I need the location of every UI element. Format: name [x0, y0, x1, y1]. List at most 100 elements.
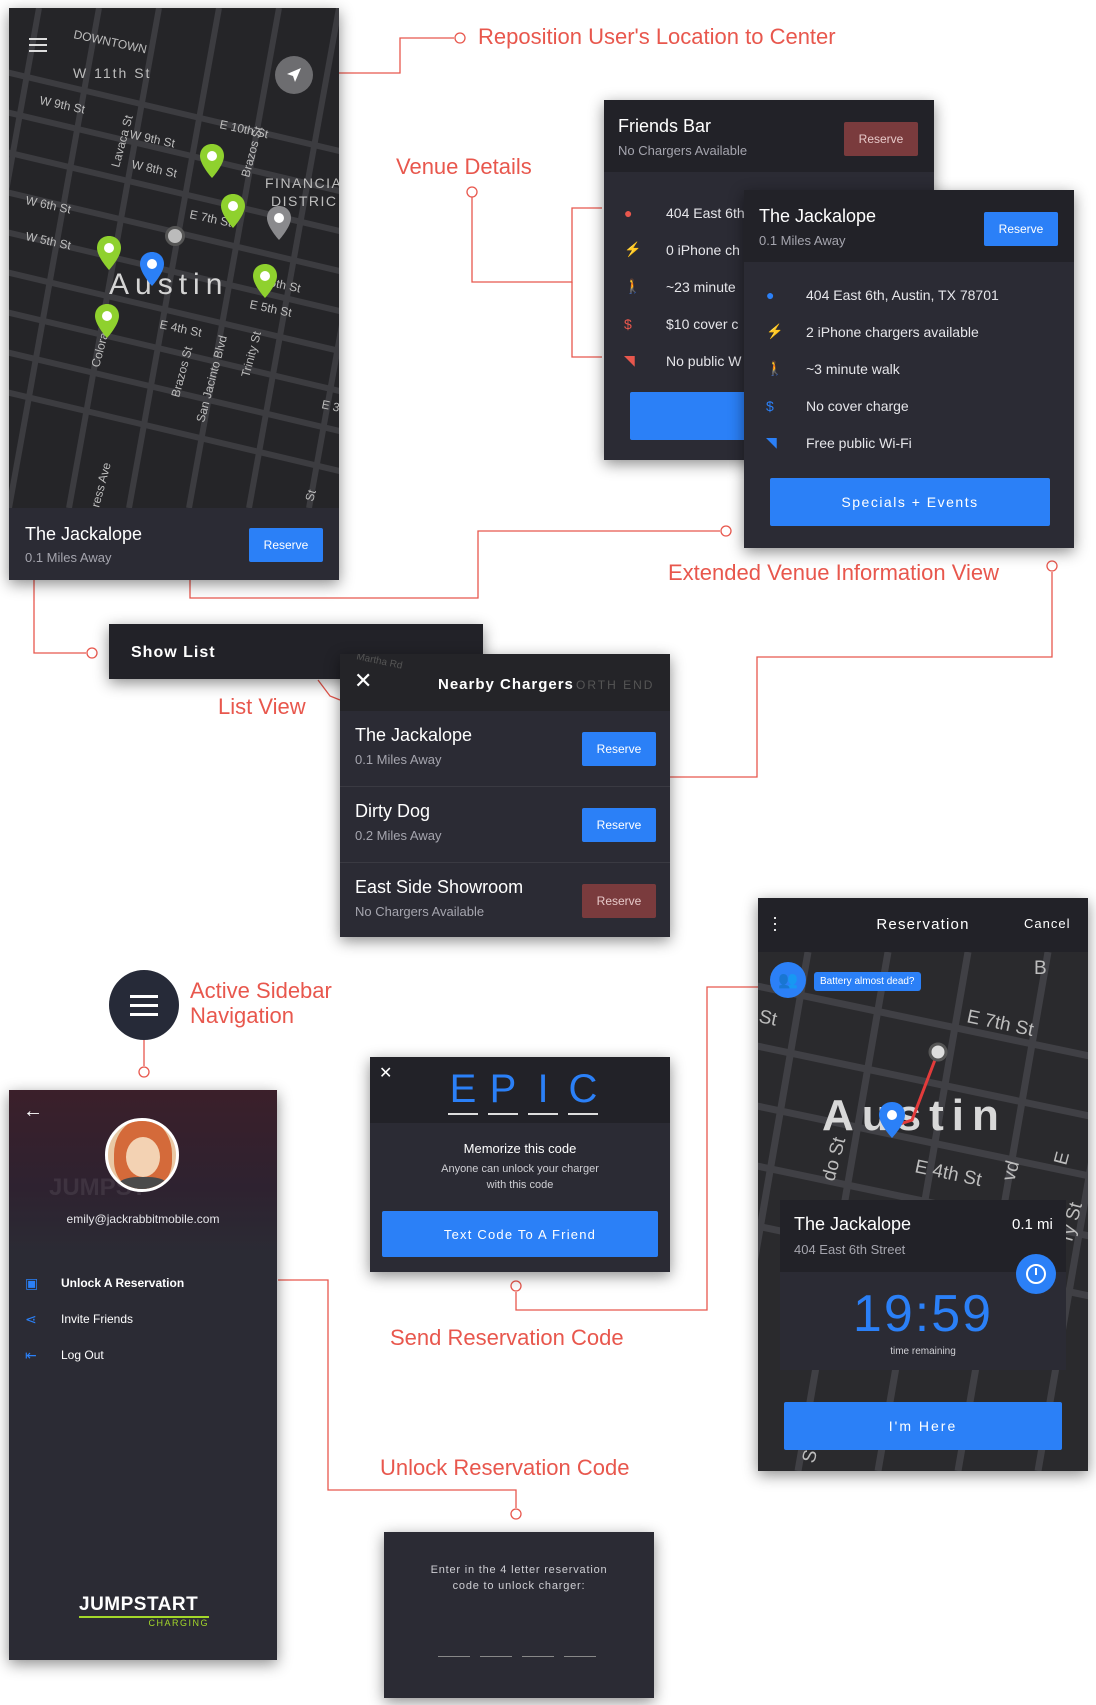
unlock-line-1: Enter in the 4 letter reservation — [430, 1564, 608, 1576]
code-letters: E P I C — [448, 1065, 598, 1115]
user-location-dot — [165, 226, 185, 246]
pin-icon: ● — [624, 204, 633, 221]
code-slot[interactable] — [522, 1644, 554, 1657]
detail-text: 404 East 6th — [666, 204, 745, 221]
reservation-screen: · · · Reservation Cancel E 7th St E 4th St… — [758, 898, 1088, 1471]
recenter-location-button[interactable] — [275, 56, 313, 94]
green-pin-icon[interactable] — [95, 304, 119, 338]
sidebar-header: JUMPST ← emily@jackrabbitmobile.com — [9, 1090, 277, 1253]
green-pin-icon[interactable] — [253, 264, 277, 298]
close-icon[interactable]: ✕ — [354, 668, 372, 694]
jackalope-header: The Jackalope 0.1 Miles Away Reserve — [744, 190, 1074, 262]
brand-sub: CHARGING — [148, 1618, 209, 1628]
close-icon[interactable]: ✕ — [379, 1063, 392, 1083]
detail-text: No public W — [666, 352, 742, 369]
green-pin-icon[interactable] — [221, 194, 245, 228]
detail-text: Free public Wi-Fi — [806, 434, 912, 451]
show-list-label: Show List — [131, 644, 216, 661]
green-pin-icon[interactable] — [97, 236, 121, 270]
reserve-button-disabled[interactable]: Reserve — [844, 122, 918, 156]
reserve-button-disabled[interactable]: Reserve — [582, 884, 656, 918]
im-here-button[interactable]: I'm Here — [784, 1402, 1062, 1450]
detail-row: ⚡ 2 iPhone chargers available — [744, 313, 1074, 350]
venue-name: Friends Bar — [618, 116, 712, 136]
lightning-icon: ⚡ — [624, 241, 642, 257]
detail-text: 2 iPhone chargers available — [806, 323, 979, 340]
share-icon: ⋖ — [25, 1310, 37, 1327]
list-item-name: The Jackalope — [355, 725, 473, 745]
unlock-line-2: code to unlock charger: — [452, 1580, 586, 1592]
pin-icon: ● — [766, 286, 775, 303]
sidebar-item-invite[interactable]: ⋖ Invite Friends — [9, 1301, 277, 1337]
walk-icon: 🚶 — [624, 278, 642, 294]
avatar[interactable] — [105, 1118, 179, 1192]
detail-text: 404 East 6th, Austin, TX 78701 — [806, 286, 999, 303]
callout-send-code: Send Reservation Code — [390, 1325, 624, 1350]
sidebar-item-label: Invite Friends — [61, 1312, 134, 1326]
callout-active-sidebar: Active Sidebar Navigation — [190, 978, 332, 1029]
venue-card[interactable]: The Jackalope 0.1 Miles Away Reserve — [9, 508, 339, 580]
venue-distance: 0.1 Miles Away — [25, 550, 112, 565]
sidebar-item-unlock[interactable]: ▣ Unlock A Reservation — [9, 1265, 277, 1301]
reserve-button[interactable]: Reserve — [582, 732, 656, 766]
code-body-2: with this code — [486, 1179, 554, 1191]
callout-list-view: List View — [218, 694, 306, 719]
lock-icon: ▣ — [25, 1274, 39, 1291]
logout-icon: ⇤ — [25, 1346, 37, 1363]
callout-venue-details: Venue Details — [396, 154, 532, 179]
code-header: ✕ E P I C — [370, 1057, 670, 1123]
user-email: emily@jackrabbitmobile.com — [66, 1212, 220, 1226]
sidebar-toggle-button[interactable] — [109, 970, 179, 1040]
callout-unlock-code: Unlock Reservation Code — [380, 1455, 630, 1480]
green-pin-icon[interactable] — [200, 144, 224, 178]
back-arrow-icon[interactable]: ← — [23, 1100, 43, 1123]
detail-text: No cover charge — [806, 397, 909, 414]
sidebar-item-label: Log Out — [61, 1348, 104, 1362]
code-slot[interactable] — [564, 1644, 596, 1657]
callout-reposition: Reposition User's Location to Center — [478, 24, 836, 49]
callout-extended-view: Extended Venue Information View — [668, 560, 1000, 585]
reserve-button[interactable]: Reserve — [582, 808, 656, 842]
code-slot[interactable] — [438, 1644, 470, 1657]
list-view-panel: Martha Rd ORTH END ✕ Nearby Chargers The… — [340, 654, 670, 937]
specials-events-button[interactable]: Specials + Events — [770, 478, 1050, 526]
cancel-link[interactable]: Cancel — [1024, 916, 1070, 931]
code-input-slots[interactable] — [438, 1644, 596, 1657]
unlock-code-panel: Enter in the 4 letter reservation code t… — [384, 1532, 654, 1698]
list-item[interactable]: East Side Showroom No Chargers Available… — [340, 863, 670, 937]
gray-pin-icon[interactable] — [267, 206, 291, 240]
friends-bar-header: Friends Bar No Chargers Available Reserv… — [604, 100, 934, 172]
list-title: Nearby Chargers — [438, 676, 574, 693]
map-label: B — [1034, 958, 1047, 979]
venue-status: No Chargers Available — [618, 143, 748, 158]
list-item[interactable]: Dirty Dog 0.2 Miles Away Reserve — [340, 787, 670, 863]
list-item-sub: 0.1 Miles Away — [355, 752, 442, 767]
code-body-1: Anyone can unlock your charger — [441, 1163, 599, 1175]
map-city-label: Austin — [109, 268, 228, 301]
blue-pin-center — [887, 1110, 897, 1120]
venue-name: The Jackalope — [794, 1214, 912, 1234]
detail-row: 🚶 ~3 minute walk — [744, 350, 1074, 387]
reserve-button[interactable]: Reserve — [249, 528, 323, 562]
list-item-name: Dirty Dog — [355, 801, 431, 821]
code-slot[interactable] — [480, 1644, 512, 1657]
dollar-icon: $ — [624, 315, 632, 332]
sidebar-item-logout[interactable]: ⇤ Log Out — [9, 1337, 277, 1373]
clock-icon[interactable] — [1016, 1254, 1056, 1294]
venue-distance: 0.1 mi — [1012, 1216, 1053, 1233]
venue-name: The Jackalope — [759, 206, 877, 226]
navigation-arrow-icon — [287, 68, 301, 82]
friend-help-icon[interactable]: 👥 — [770, 962, 806, 998]
list-item[interactable]: The Jackalope 0.1 Miles Away Reserve — [340, 711, 670, 787]
hamburger-icon — [130, 994, 158, 1016]
hamburger-menu-icon[interactable] — [29, 38, 47, 52]
timer-value: 19:59 — [852, 1285, 994, 1343]
walk-icon: 🚶 — [766, 360, 784, 376]
battery-bubble[interactable]: Battery almost dead? — [814, 972, 921, 991]
map-faint-label: ORTH END — [576, 678, 655, 692]
blue-pin-icon[interactable] — [140, 252, 164, 286]
map-label: W 11th St — [73, 65, 151, 81]
reserve-button[interactable]: Reserve — [984, 212, 1058, 246]
text-code-button[interactable]: Text Code To A Friend — [382, 1211, 658, 1257]
venue-name: The Jackalope — [25, 524, 143, 544]
